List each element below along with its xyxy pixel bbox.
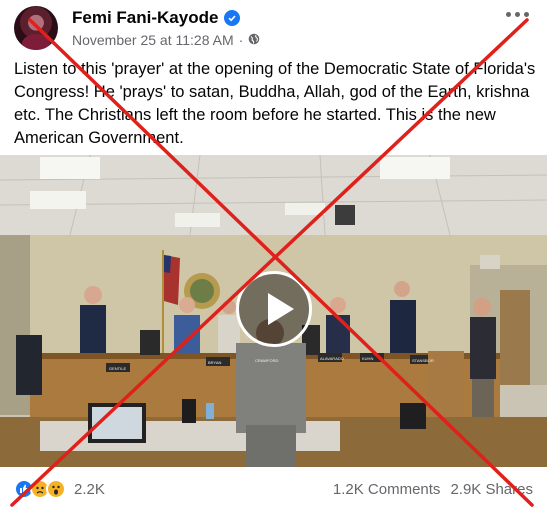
nameplate-label: STANSBOR	[412, 358, 434, 363]
post-header: Femi Fani-Kayode November 25 at 11:28 AM…	[14, 6, 533, 52]
reaction-count[interactable]: 2.2K	[74, 481, 105, 498]
post-text: Listen to this 'prayer' at the opening o…	[14, 60, 536, 147]
nameplate-label: ALAVARADO	[320, 356, 344, 361]
post-timestamp[interactable]: November 25 at 11:28 AM	[72, 32, 234, 48]
reactions[interactable]	[14, 479, 66, 499]
nameplate-label: BRYAN	[208, 360, 222, 365]
verified-icon	[224, 10, 241, 26]
video-player[interactable]: GENTILE BRYAN CRAWFORD ALAVARADO KUHN STANSBO…	[0, 155, 547, 467]
comments-count[interactable]: 1.2K Comments	[333, 481, 441, 498]
nameplate-label: GENTILE	[109, 366, 126, 371]
author-row: Femi Fani-Kayode	[72, 8, 241, 28]
shares-count[interactable]: 2.9K Shares	[450, 481, 533, 498]
nameplate-label: KUHN	[362, 356, 373, 361]
post-footer: 2.2K 1.2K Comments 2.9K Shares	[14, 476, 533, 502]
nameplate-label: CRAWFORD	[255, 358, 279, 363]
avatar[interactable]	[14, 6, 58, 50]
author-name[interactable]: Femi Fani-Kayode	[72, 8, 218, 28]
wow-reaction-icon	[46, 479, 66, 499]
more-icon[interactable]	[506, 12, 529, 17]
meta-separator: ·	[238, 32, 244, 48]
globe-icon[interactable]	[248, 32, 260, 48]
facebook-post: Femi Fani-Kayode November 25 at 11:28 AM…	[0, 0, 547, 509]
play-icon[interactable]	[236, 271, 312, 347]
post-meta: November 25 at 11:28 AM ·	[72, 32, 260, 48]
